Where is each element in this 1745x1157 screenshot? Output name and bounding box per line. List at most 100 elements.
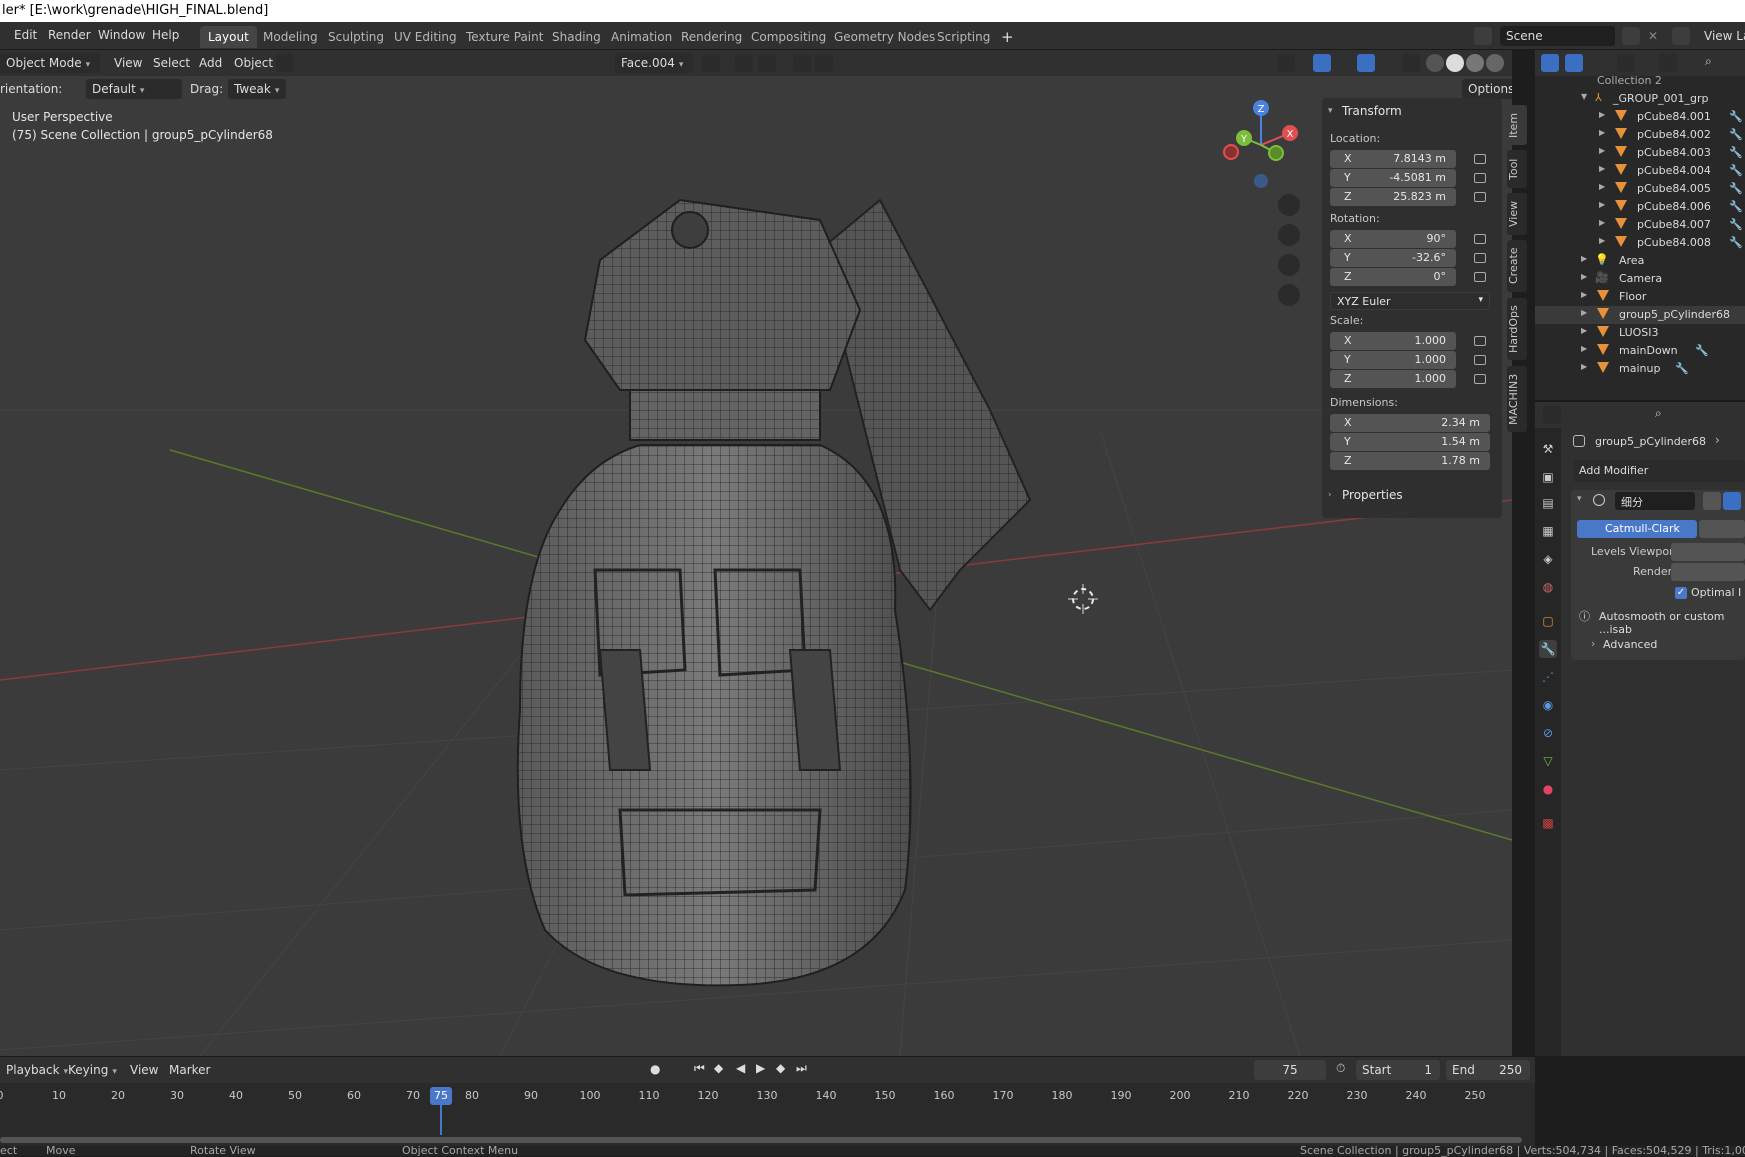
object-mode-dropdown[interactable]: Object Mode ▾ — [0, 53, 100, 73]
wrench-icon[interactable]: 🔧 — [1729, 146, 1743, 159]
lock-icon[interactable] — [1474, 336, 1486, 346]
expand-icon[interactable]: ▶ — [1581, 272, 1587, 281]
tab-layout[interactable]: Layout — [200, 26, 257, 48]
outliner-row[interactable]: ▶ pCube84.001 🔧 — [1535, 108, 1745, 126]
menu-select[interactable]: Select — [153, 53, 190, 73]
menu-render[interactable]: Render — [48, 28, 91, 42]
active-item-dropdown[interactable]: Face.004 ▾ — [615, 53, 693, 73]
add-workspace-button[interactable]: + — [993, 26, 1022, 48]
clock-icon[interactable]: ⏱ — [1336, 1061, 1345, 1076]
chevron-right-icon[interactable]: › — [1328, 490, 1332, 500]
scene-icon[interactable] — [1474, 27, 1492, 45]
3d-viewport[interactable]: Z X Y Object Mode ▾ View Select Add Objec… — [0, 50, 1512, 1056]
outliner-row[interactable]: ▶ pCube84.005 🔧 — [1535, 180, 1745, 198]
tab-rendering[interactable]: Rendering — [673, 26, 750, 48]
modifier-name-field[interactable]: 细分 — [1615, 492, 1695, 510]
transform-section-header[interactable]: Transform — [1342, 104, 1402, 118]
outliner-row[interactable]: ▶ LUOSI3 — [1535, 324, 1745, 342]
expand-icon[interactable]: ▶ — [1599, 110, 1605, 119]
tab-animation[interactable]: Animation — [603, 26, 680, 48]
snap-target-icon[interactable] — [758, 54, 776, 72]
outliner-row[interactable]: ▶ pCube84.006 🔧 — [1535, 198, 1745, 216]
expand-icon[interactable]: ▶ — [1599, 218, 1605, 227]
wrench-icon[interactable]: 🔧 — [1729, 164, 1743, 177]
jump-start-icon[interactable]: ⏮ — [694, 1061, 705, 1076]
material-shading-icon[interactable] — [1466, 54, 1484, 72]
expand-icon[interactable]: ▶ — [1581, 290, 1587, 299]
expand-icon[interactable]: ▶ — [1581, 308, 1587, 317]
expand-icon[interactable]: ▶ — [1599, 146, 1605, 155]
rotation-mode-dropdown[interactable]: XYZ Euler ▾ — [1330, 292, 1490, 310]
current-frame-field[interactable]: 75 — [1254, 1060, 1326, 1080]
play-reverse-icon[interactable]: ◀ — [736, 1061, 745, 1075]
dimensions-x-field[interactable]: X 2.34 m — [1330, 414, 1490, 432]
tab-view[interactable]: View — [1507, 193, 1527, 235]
tab-machin3[interactable]: MACHIN3 — [1507, 366, 1527, 432]
tab-scripting[interactable]: Scripting — [929, 26, 998, 48]
data-tab-icon[interactable]: ▽ — [1539, 752, 1557, 770]
tab-texture-paint[interactable]: Texture Paint — [458, 26, 551, 48]
tab-tool[interactable]: Tool — [1507, 150, 1527, 188]
wrench-icon[interactable]: 🔧 — [1729, 218, 1743, 231]
modifier-tab-icon[interactable]: 🔧 — [1539, 640, 1557, 658]
menu-help[interactable]: Help — [152, 28, 179, 42]
lock-icon[interactable] — [1474, 374, 1486, 384]
gizmo-neg-y-handle[interactable] — [1268, 145, 1284, 161]
dimensions-y-field[interactable]: Y 1.54 m — [1330, 433, 1490, 451]
falloff-icon[interactable] — [815, 54, 833, 72]
outliner-row[interactable]: ▶ 💡 Area — [1535, 252, 1745, 270]
particles-tab-icon[interactable]: ⋰ — [1539, 668, 1557, 686]
search-icon[interactable]: ⌕ — [1705, 54, 1712, 69]
tab-geometry-nodes[interactable]: Geometry Nodes — [826, 26, 943, 48]
wireframe-shading-icon[interactable] — [1426, 54, 1444, 72]
outliner-row[interactable]: Collection 2 — [1535, 72, 1745, 90]
timeline-scrollbar[interactable] — [0, 1137, 1522, 1143]
optimal-checkbox[interactable]: ✓ — [1675, 587, 1687, 599]
transform-orientation-icon[interactable] — [702, 54, 720, 72]
outliner-row[interactable]: ▶ pCube84.007 🔧 — [1535, 216, 1745, 234]
properties-section-header[interactable]: Properties — [1342, 488, 1403, 502]
expand-icon[interactable]: ▼ — [1581, 92, 1587, 101]
end-frame-field[interactable]: End 250 — [1446, 1060, 1530, 1080]
outliner-row[interactable]: ▶ group5_pCylinder68 — [1535, 306, 1745, 324]
search-icon[interactable]: ⌕ — [1655, 406, 1662, 421]
expand-icon[interactable]: ▶ — [1599, 182, 1605, 191]
play-icon[interactable]: ▶ — [756, 1061, 765, 1075]
scale-y-field[interactable]: Y 1.000 — [1330, 351, 1456, 369]
gizmo-neg-x-handle[interactable] — [1223, 144, 1239, 160]
tab-modeling[interactable]: Modeling — [255, 26, 326, 48]
close-icon[interactable]: ✕ — [1648, 26, 1658, 46]
output-tab-icon[interactable]: ▤ — [1539, 494, 1557, 512]
scene-name-field[interactable]: Scene — [1500, 26, 1615, 46]
lock-icon[interactable] — [1474, 192, 1486, 202]
scale-x-field[interactable]: X 1.000 — [1330, 332, 1456, 350]
constraints-tab-icon[interactable]: ⊘ — [1539, 724, 1557, 742]
pan-icon[interactable] — [1278, 224, 1300, 246]
tool-tab-icon[interactable]: ⚒ — [1539, 440, 1557, 458]
menu-object[interactable]: Object — [234, 53, 273, 73]
display-mode-icon[interactable] — [1659, 54, 1677, 72]
chevron-down-icon[interactable]: ▾ — [1328, 106, 1333, 116]
texture-tab-icon[interactable]: ▩ — [1539, 814, 1557, 832]
menu-view[interactable]: View — [114, 53, 142, 73]
tab-shading[interactable]: Shading — [544, 26, 609, 48]
add-modifier-button[interactable]: Add Modifier — [1573, 460, 1745, 482]
render-tab-icon[interactable]: ▣ — [1539, 468, 1557, 486]
expand-icon[interactable]: ▶ — [1599, 128, 1605, 137]
outliner-row[interactable]: ▶ pCube84.002 🔧 — [1535, 126, 1745, 144]
expand-icon[interactable]: ▶ — [1581, 254, 1587, 263]
navigation-gizmo[interactable]: Z X Y — [1223, 100, 1298, 188]
scale-z-field[interactable]: Z 1.000 — [1330, 370, 1456, 388]
zoom-icon[interactable] — [1278, 194, 1300, 216]
orientation-dropdown[interactable]: Default ▾ — [86, 79, 182, 99]
lock-icon[interactable] — [1474, 154, 1486, 164]
sync-selection-icon[interactable] — [1565, 54, 1583, 72]
wrench-icon[interactable]: 🔧 — [1729, 236, 1743, 249]
menu-edit[interactable]: Edit — [14, 28, 37, 42]
gizmo-toggle-icon[interactable] — [1313, 54, 1331, 72]
menu-view[interactable]: View — [130, 1060, 158, 1080]
jump-end-icon[interactable]: ⏭ — [796, 1061, 807, 1076]
chevron-down-icon[interactable]: ▾ — [1577, 494, 1582, 504]
rendered-shading-icon[interactable] — [1486, 54, 1504, 72]
outliner-row[interactable]: ▶ pCube84.008 🔧 — [1535, 234, 1745, 252]
